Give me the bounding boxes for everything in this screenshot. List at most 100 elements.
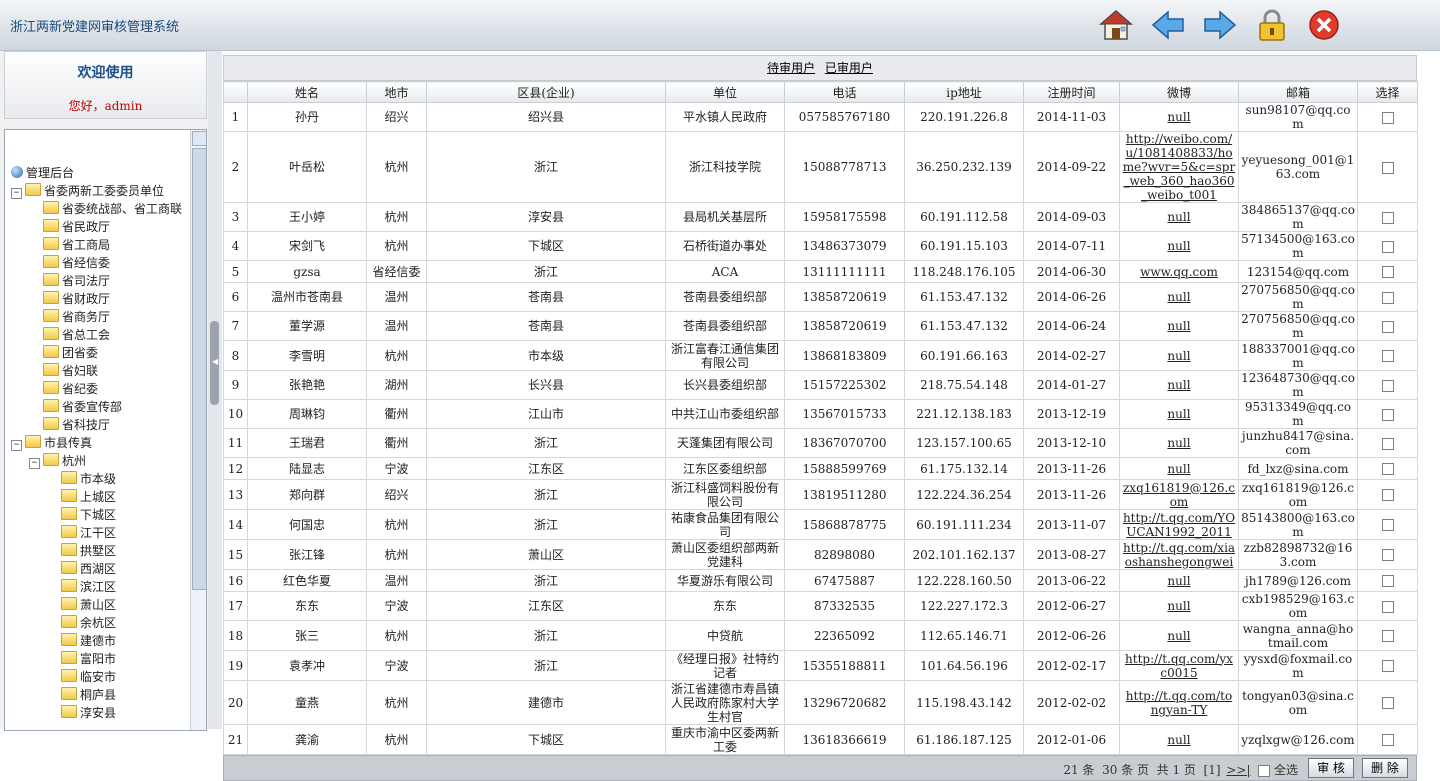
- table-cell[interactable]: http://weibo.com/u/1081408833/home?wvr=5…: [1119, 131, 1239, 203]
- table-row[interactable]: 17 东东 宁波 江东区 东东 87332535 122.227.172.3 2012-06-…: [223, 591, 1418, 621]
- table-cell[interactable]: null: [1119, 399, 1239, 429]
- table-row[interactable]: 12 陆显志 宁波 江东区 江东区委组织部 15888599769 61.175.132.1…: [223, 457, 1418, 480]
- tree-node[interactable]: − 杭州: [29, 452, 86, 470]
- weibo-link[interactable]: null: [1167, 599, 1190, 613]
- tab-pending-users[interactable]: 待审用户: [767, 61, 815, 75]
- weibo-link[interactable]: null: [1167, 110, 1190, 124]
- row-checkbox[interactable]: [1381, 489, 1394, 501]
- collapse-toggle-icon[interactable]: −: [29, 458, 40, 469]
- row-checkbox[interactable]: [1381, 660, 1394, 672]
- table-row[interactable]: 5 gzsa 省经信委 浙江 ACA 13111111111 118.248.176.105…: [223, 260, 1418, 283]
- table-cell[interactable]: null: [1119, 340, 1239, 371]
- tree-node[interactable]: − 市县传真: [11, 434, 92, 452]
- table-row[interactable]: 20 童燕 杭州 建德市 浙江省建德市寿昌镇人民政府陈家村大学生村官 1329672068…: [223, 680, 1418, 725]
- table-cell[interactable]: null: [1119, 620, 1239, 651]
- tree-node[interactable]: − 省委两新工委委员单位: [11, 182, 164, 200]
- table-row[interactable]: 18 张三 杭州 浙江 中贷航 22365092 112.65.146.71 2012-06-…: [223, 620, 1418, 651]
- tree-node[interactable]: 省司法厅: [43, 272, 110, 290]
- collapse-toggle-icon[interactable]: −: [11, 440, 22, 451]
- select-all-checkbox[interactable]: [1258, 764, 1271, 777]
- weibo-link[interactable]: http://t.qq.com/tongyan-TY: [1126, 689, 1232, 717]
- approve-button[interactable]: 审 核: [1308, 758, 1354, 778]
- row-checkbox[interactable]: [1381, 697, 1394, 709]
- weibo-link[interactable]: null: [1167, 407, 1190, 421]
- weibo-link[interactable]: null: [1167, 290, 1190, 304]
- tree-node[interactable]: 下城区: [61, 506, 116, 524]
- tree-node[interactable]: 省民政厅: [43, 218, 110, 236]
- row-checkbox[interactable]: [1381, 630, 1394, 642]
- delete-button[interactable]: 删 除: [1362, 758, 1408, 778]
- tree-node[interactable]: 省经信委: [43, 254, 110, 272]
- weibo-link[interactable]: http://t.qq.com/YOUCAN1992_2011: [1123, 511, 1235, 539]
- home-icon[interactable]: [1098, 7, 1134, 43]
- weibo-link[interactable]: null: [1167, 378, 1190, 392]
- row-checkbox[interactable]: [1381, 437, 1394, 450]
- tree-node[interactable]: 淳安县: [61, 704, 116, 722]
- tree-node[interactable]: 建德市: [61, 632, 116, 650]
- row-checkbox[interactable]: [1381, 549, 1394, 561]
- row-checkbox[interactable]: [1381, 463, 1394, 475]
- table-cell[interactable]: www.qq.com: [1119, 260, 1239, 283]
- table-row[interactable]: 4 宋剑飞 杭州 下城区 石桥街道办事处 13486373079 60.191.15.103…: [223, 231, 1418, 261]
- table-cell[interactable]: null: [1119, 311, 1239, 341]
- weibo-link[interactable]: null: [1167, 733, 1190, 747]
- tree-scrollbar[interactable]: [190, 130, 206, 730]
- table-row[interactable]: 10 周琳钧 衢州 江山市 中共江山市委组织部 13567015733 221.12.138…: [223, 399, 1418, 429]
- weibo-link[interactable]: http://weibo.com/u/1081408833/home?wvr=5…: [1123, 132, 1235, 202]
- table-row[interactable]: 14 何国忠 杭州 浙江 祐康食品集团有限公司 15868878775 60.191.111…: [223, 509, 1418, 540]
- table-cell[interactable]: null: [1119, 591, 1239, 621]
- table-row[interactable]: 11 王瑞君 衢州 浙江 天蓬集团有限公司 18367070700 123.157.100.…: [223, 428, 1418, 458]
- row-checkbox[interactable]: [1381, 575, 1394, 587]
- row-checkbox[interactable]: [1381, 111, 1394, 124]
- tree-node[interactable]: 江干区: [61, 524, 116, 542]
- table-cell[interactable]: null: [1119, 231, 1239, 261]
- current-page[interactable]: [1]: [1204, 763, 1221, 777]
- row-checkbox[interactable]: [1381, 379, 1394, 392]
- scroll-up-icon[interactable]: [192, 131, 206, 146]
- tree-node[interactable]: 富阳市: [61, 650, 116, 668]
- row-checkbox[interactable]: [1381, 350, 1394, 362]
- tree-node[interactable]: 萧山区: [61, 596, 116, 614]
- tree-node[interactable]: 临安市: [61, 668, 116, 686]
- weibo-link[interactable]: null: [1167, 239, 1190, 253]
- tree-node[interactable]: 桐庐县: [61, 686, 116, 704]
- table-cell[interactable]: http://t.qq.com/YOUCAN1992_2011: [1119, 509, 1239, 540]
- table-cell[interactable]: null: [1119, 202, 1239, 232]
- table-cell[interactable]: null: [1119, 428, 1239, 458]
- weibo-link[interactable]: null: [1167, 349, 1190, 363]
- tree-node[interactable]: 省商务厅: [43, 308, 110, 326]
- tree-node[interactable]: 省财政厅: [43, 290, 110, 308]
- weibo-link[interactable]: http://t.qq.com/yxc0015: [1125, 652, 1233, 680]
- table-row[interactable]: 7 董学源 温州 苍南县 苍南县委组织部 13858720619 61.153.47.132…: [223, 311, 1418, 341]
- weibo-link[interactable]: null: [1167, 210, 1190, 224]
- tree-node[interactable]: 省纪委: [43, 380, 98, 398]
- row-checkbox[interactable]: [1381, 161, 1394, 174]
- table-cell[interactable]: null: [1119, 457, 1239, 480]
- next-page-link[interactable]: >>|: [1226, 763, 1250, 777]
- collapse-toggle-icon[interactable]: −: [11, 188, 22, 199]
- panel-splitter[interactable]: ◀: [208, 51, 222, 729]
- table-cell[interactable]: null: [1119, 569, 1239, 592]
- table-cell[interactable]: null: [1119, 370, 1239, 400]
- table-cell[interactable]: zxq161819@126.com: [1119, 479, 1239, 510]
- tree-node[interactable]: 省委宣传部: [43, 398, 122, 416]
- tree-node[interactable]: 滨江区: [61, 578, 116, 596]
- row-checkbox[interactable]: [1381, 266, 1394, 278]
- table-cell[interactable]: http://t.qq.com/tongyan-TY: [1119, 680, 1239, 725]
- weibo-link[interactable]: null: [1167, 436, 1190, 450]
- arrow-left-icon[interactable]: [1150, 7, 1186, 43]
- table-row[interactable]: 6 温州市苍南县 温州 苍南县 苍南县委组织部 13858720619 61.153.47.…: [223, 282, 1418, 312]
- table-cell[interactable]: null: [1119, 282, 1239, 312]
- tree-node[interactable]: 西湖区: [61, 560, 116, 578]
- tree-node[interactable]: 管理后台: [11, 164, 74, 182]
- tree-node[interactable]: 拱墅区: [61, 542, 116, 560]
- row-checkbox[interactable]: [1381, 734, 1394, 746]
- weibo-link[interactable]: null: [1167, 319, 1190, 333]
- table-cell[interactable]: null: [1119, 102, 1239, 132]
- row-checkbox[interactable]: [1381, 408, 1394, 421]
- tree-node[interactable]: 省委统战部、省工商联: [43, 200, 182, 218]
- weibo-link[interactable]: zxq161819@126.com: [1123, 481, 1235, 509]
- tree-node[interactable]: 上城区: [61, 488, 116, 506]
- row-checkbox[interactable]: [1381, 600, 1394, 613]
- weibo-link[interactable]: null: [1167, 574, 1190, 588]
